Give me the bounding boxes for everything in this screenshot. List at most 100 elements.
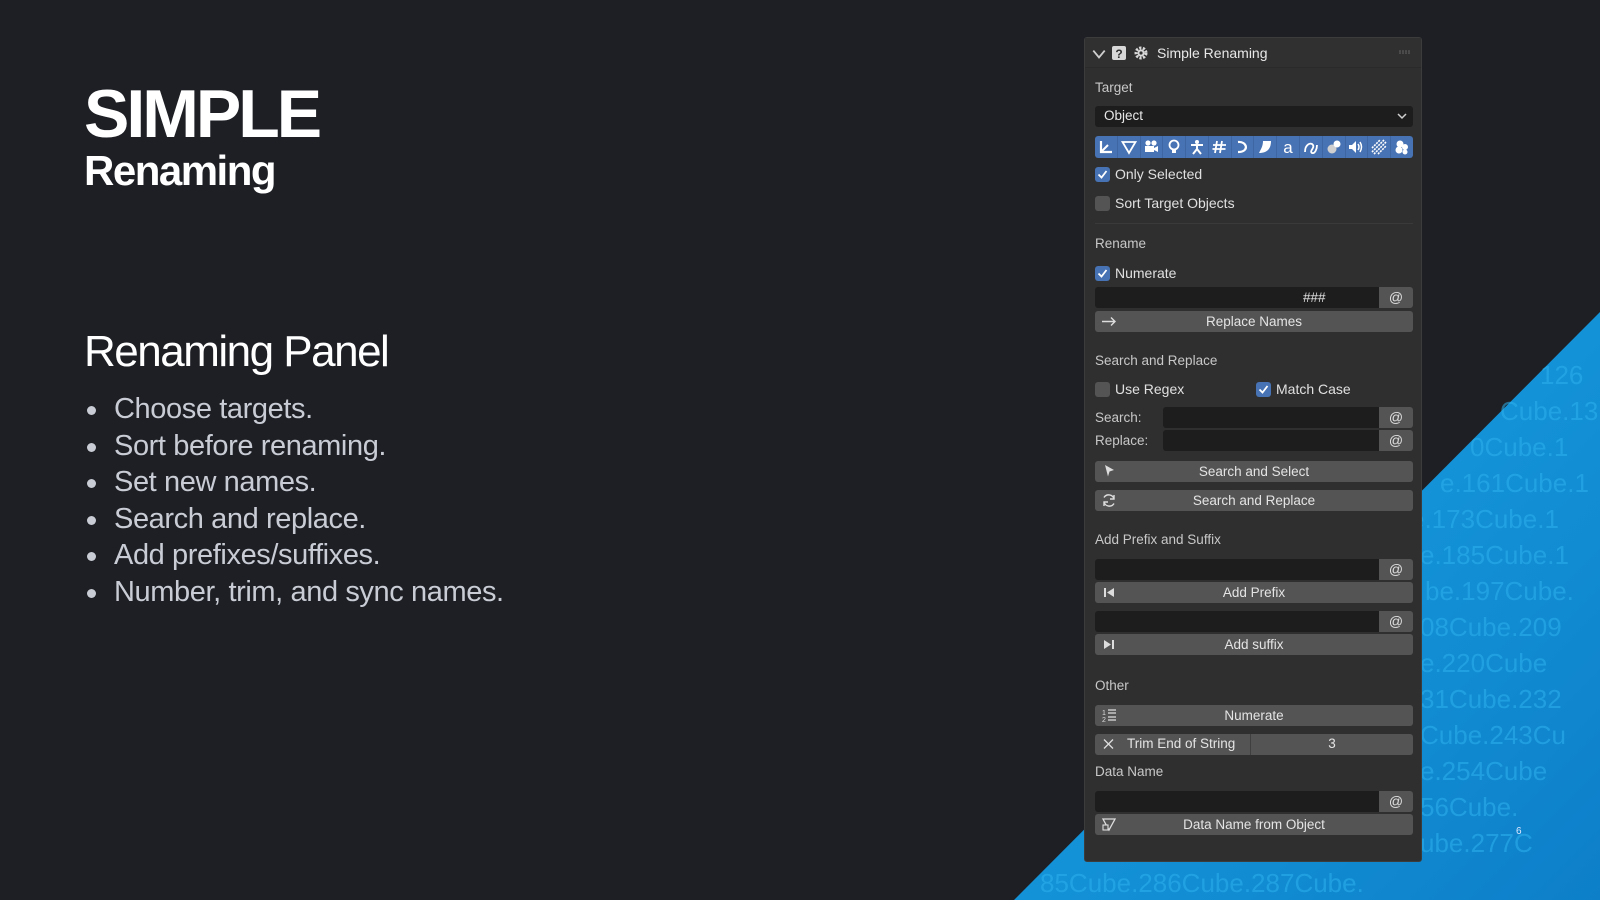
jump-start-icon — [1104, 588, 1114, 597]
greasepencil-icon[interactable] — [1300, 136, 1323, 158]
search-input[interactable] — [1163, 407, 1379, 428]
add-suffix-button[interactable]: Add suffix — [1095, 634, 1413, 655]
divider — [1095, 223, 1413, 224]
help-icon[interactable]: ? — [1111, 45, 1127, 61]
trim-end-row[interactable]: Trim End of String 3 — [1095, 734, 1413, 755]
number-format-input[interactable]: ### — [1293, 287, 1389, 308]
rename-label: Rename — [1095, 236, 1147, 251]
gear-icon[interactable] — [1133, 45, 1149, 61]
bone-icon[interactable] — [1186, 136, 1209, 158]
use-regex-label: Use Regex — [1115, 381, 1185, 397]
refresh-icon — [1103, 494, 1115, 507]
surface-icon[interactable] — [1254, 136, 1278, 158]
arrow-right-icon — [1102, 317, 1116, 326]
pointcloud-icon[interactable] — [1391, 136, 1413, 158]
suffix-at-button[interactable]: @ — [1379, 611, 1413, 632]
suffix-input[interactable] — [1095, 611, 1379, 632]
mesh-icon[interactable] — [1118, 136, 1141, 158]
bullet-item: Sort before renaming. — [84, 428, 504, 465]
drag-grip-icon[interactable] — [1399, 50, 1411, 54]
trim-end-label: Trim End of String — [1127, 736, 1236, 751]
only-selected-checkbox[interactable] — [1095, 167, 1110, 182]
svg-text:0Cube.1: 0Cube.1 — [1470, 432, 1568, 462]
svg-text:e.254Cube: e.254Cube — [1420, 756, 1547, 786]
lattice-icon[interactable] — [1209, 136, 1232, 158]
search-and-replace-label: Search and Replace — [1192, 493, 1316, 508]
prefix-suffix-label: Add Prefix and Suffix — [1095, 532, 1221, 547]
armature-icon[interactable] — [1095, 136, 1118, 158]
use-regex-checkbox[interactable] — [1095, 382, 1110, 397]
target-dropdown[interactable]: Object — [1095, 106, 1413, 127]
close-icon — [1103, 739, 1114, 749]
jump-end-icon — [1104, 640, 1114, 649]
svg-text:2: 2 — [1102, 717, 1106, 724]
camera-icon[interactable] — [1141, 136, 1164, 158]
chevron-down-icon — [1397, 113, 1407, 120]
add-suffix-label: Add suffix — [1224, 637, 1284, 652]
light-icon[interactable] — [1163, 136, 1187, 158]
data-name-input[interactable] — [1095, 791, 1379, 812]
page-number: 6 — [1516, 826, 1522, 837]
target-label: Target — [1095, 80, 1133, 95]
add-prefix-button[interactable]: Add Prefix — [1095, 582, 1413, 603]
volume-icon[interactable] — [1368, 136, 1392, 158]
svg-text:08Cube.209: 08Cube.209 — [1420, 612, 1562, 642]
svg-text:e.185Cube.1: e.185Cube.1 — [1420, 540, 1569, 570]
numerate-button[interactable]: 12 Numerate — [1095, 705, 1413, 726]
text-icon[interactable]: a — [1277, 136, 1301, 158]
numerate-checkbox[interactable] — [1095, 266, 1110, 281]
replace-names-button[interactable]: Replace Names — [1095, 311, 1413, 332]
replace-at-button[interactable]: @ — [1379, 430, 1413, 451]
trim-count-field[interactable]: 3 — [1251, 736, 1413, 751]
section-title: Renaming Panel — [84, 327, 390, 376]
bullet-item: Set new names. — [84, 464, 504, 501]
svg-text:?: ? — [1115, 47, 1122, 61]
add-prefix-label: Add Prefix — [1222, 585, 1286, 600]
data-name-from-object-button[interactable]: Data Name from Object — [1095, 814, 1413, 835]
variable-at-button[interactable]: @ — [1379, 287, 1413, 308]
replace-names-label: Replace Names — [1205, 314, 1303, 329]
speaker-icon[interactable] — [1346, 136, 1369, 158]
search-at-button[interactable]: @ — [1379, 407, 1413, 428]
svg-text:31Cube.232: 31Cube.232 — [1420, 684, 1562, 714]
search-field-label: Search: — [1095, 410, 1142, 425]
numbered-list-icon: 12 — [1102, 709, 1116, 724]
slide-title: SIMPLE — [84, 76, 322, 152]
new-name-row: ### @ — [1095, 287, 1413, 308]
prefix-input[interactable] — [1095, 559, 1379, 580]
replace-input[interactable] — [1163, 430, 1379, 451]
prefix-at-button[interactable]: @ — [1379, 559, 1413, 580]
data-name-label: Data Name — [1095, 764, 1164, 779]
panel-header[interactable]: ? Simple Renaming — [1085, 38, 1421, 68]
new-name-input[interactable] — [1095, 287, 1293, 308]
curve-icon[interactable] — [1232, 136, 1255, 158]
sort-target-objects-checkbox[interactable] — [1095, 196, 1110, 211]
search-and-replace-button[interactable]: Search and Replace — [1095, 490, 1413, 511]
other-label: Other — [1095, 678, 1129, 693]
data-name-from-object-label: Data Name from Object — [1183, 817, 1325, 832]
bullet-item: Add prefixes/suffixes. — [84, 537, 504, 574]
slide-subtitle: Renaming — [84, 147, 277, 194]
bullet-item: Number, trim, and sync names. — [84, 574, 504, 611]
mesh-data-icon — [1101, 818, 1117, 832]
panel-title: Simple Renaming — [1157, 45, 1268, 61]
slide-title-block: SIMPLE Renaming — [84, 76, 322, 194]
bullet-list: Choose targets. Sort before renaming. Se… — [84, 391, 504, 611]
target-dropdown-value: Object — [1104, 108, 1144, 123]
svg-text:a: a — [1283, 139, 1293, 155]
data-name-at-button[interactable]: @ — [1379, 791, 1413, 812]
search-and-select-button[interactable]: Search and Select — [1095, 461, 1413, 482]
numerate-button-label: Numerate — [1224, 708, 1284, 723]
sort-target-objects-label: Sort Target Objects — [1115, 195, 1235, 211]
svg-text:85Cube.286Cube.287Cube.: 85Cube.286Cube.287Cube. — [1040, 868, 1364, 898]
svg-text:e.220Cube: e.220Cube — [1420, 648, 1547, 678]
chevron-down-icon[interactable] — [1091, 46, 1107, 62]
cursor-icon — [1105, 465, 1114, 477]
svg-text:e.173Cube.1: e.173Cube.1 — [1410, 504, 1559, 534]
svg-text:Cube.13: Cube.13 — [1500, 396, 1598, 426]
metaball-icon[interactable] — [1323, 136, 1346, 158]
svg-text:1: 1 — [1102, 710, 1106, 717]
svg-text:be.197Cube.: be.197Cube. — [1425, 576, 1574, 606]
svg-text:Cube.243Cu: Cube.243Cu — [1420, 720, 1566, 750]
match-case-checkbox[interactable] — [1256, 382, 1271, 397]
